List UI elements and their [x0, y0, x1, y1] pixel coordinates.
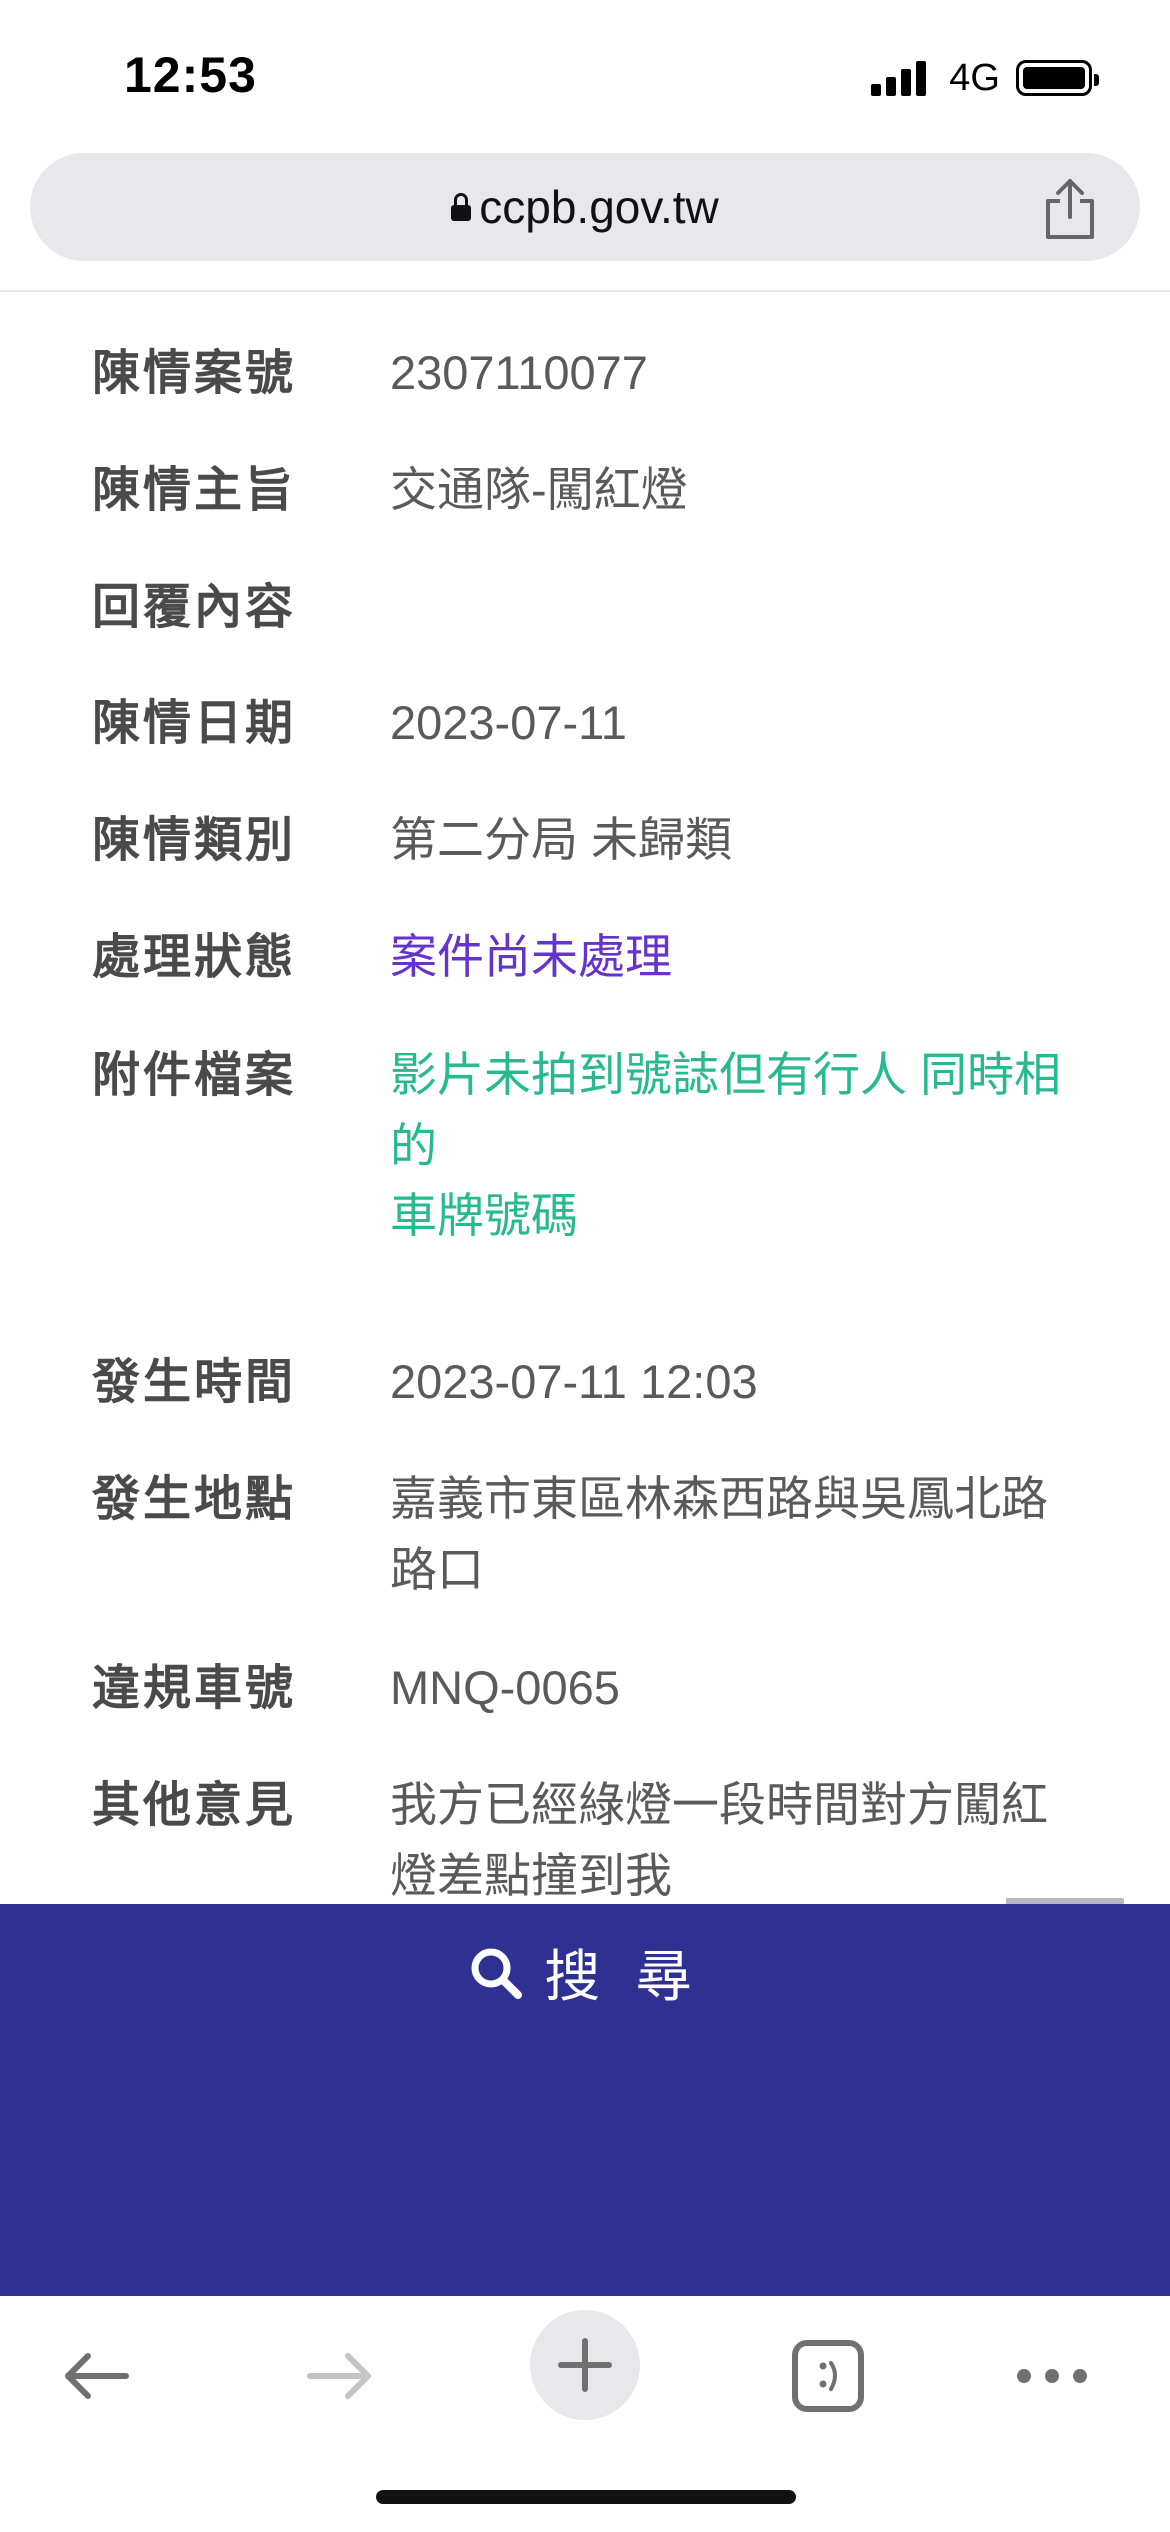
new-tab-button[interactable]: [530, 2310, 640, 2420]
back-arrow-icon: [65, 2353, 129, 2399]
detail-value: 第二分局 未歸類: [390, 813, 733, 866]
header-divider: [0, 290, 1170, 292]
status-time: 12:53: [124, 47, 257, 103]
more-button[interactable]: [1002, 2336, 1102, 2416]
status-bar: 12:53 4G: [0, 0, 1170, 150]
detail-label: 其他意見: [92, 1779, 297, 1832]
detail-value: 交通隊-闖紅燈: [390, 463, 688, 516]
detail-value-line: 路口: [390, 1542, 484, 1596]
status-value: 案件尚未處理: [390, 930, 672, 983]
detail-label: 陳情案號: [92, 347, 297, 400]
detail-value: 嘉義市東區林森西路與吳鳳北路 路口: [390, 1464, 1090, 1605]
share-icon[interactable]: [1040, 177, 1100, 241]
detail-label: 回覆內容: [92, 581, 297, 634]
tabs-icon: [792, 2340, 864, 2412]
home-indicator: [376, 2490, 796, 2504]
back-button[interactable]: [48, 2336, 144, 2416]
battery-icon: [1016, 60, 1099, 96]
lock-icon: [451, 193, 472, 221]
detail-value: 2023-07-11 12:03: [390, 1355, 758, 1408]
search-panel: 搜 尋: [0, 1904, 1170, 2296]
attachment-link-line[interactable]: 影片未拍到號誌但有行人 同時相: [390, 1040, 1090, 1111]
detail-value-line: 燈差點撞到我: [390, 1848, 672, 1902]
detail-value: 2307110077: [390, 346, 648, 399]
cellular-signal-icon: [871, 60, 931, 96]
new-tab-plus-icon: [558, 2338, 612, 2392]
url-text[interactable]: ccpb.gov.tw: [479, 180, 718, 234]
detail-label: 陳情類別: [92, 814, 297, 867]
detail-label: 發生時間: [92, 1356, 297, 1409]
attachment-link-line[interactable]: 的: [390, 1111, 1090, 1182]
detail-label: 陳情日期: [92, 697, 297, 750]
tabs-button[interactable]: [780, 2330, 876, 2422]
address-bar[interactable]: ccpb.gov.tw: [30, 153, 1140, 261]
search-label[interactable]: 搜 尋: [544, 1932, 702, 2013]
search-button[interactable]: 搜 尋: [0, 1932, 1170, 2013]
network-type: 4G: [949, 56, 1000, 99]
more-dots-icon: [1017, 2369, 1087, 2383]
forward-button[interactable]: [292, 2336, 388, 2416]
detail-label: 發生地點: [92, 1473, 297, 1526]
attachment-link[interactable]: 影片未拍到號誌但有行人 同時相 的 車牌號碼: [390, 1040, 1090, 1252]
status-indicators: 4G: [871, 56, 1099, 100]
detail-value: 2023-07-11: [390, 696, 627, 749]
detail-label: 附件檔案: [92, 1049, 297, 1102]
detail-value: MNQ-0065: [390, 1661, 620, 1714]
detail-label: 陳情主旨: [92, 464, 297, 517]
detail-label: 處理狀態: [92, 931, 297, 984]
detail-value-line: 嘉義市東區林森西路與吳鳳北路: [390, 1472, 1048, 1525]
attachment-link-line[interactable]: 車牌號碼: [390, 1181, 1090, 1252]
search-icon: [471, 1948, 523, 1999]
detail-value-line: 我方已經綠燈一段時間對方闖紅: [390, 1778, 1048, 1831]
detail-label: 違規車號: [92, 1662, 297, 1715]
forward-arrow-icon: [307, 2353, 371, 2399]
detail-value: 我方已經綠燈一段時間對方闖紅 燈差點撞到我: [390, 1770, 1090, 1911]
